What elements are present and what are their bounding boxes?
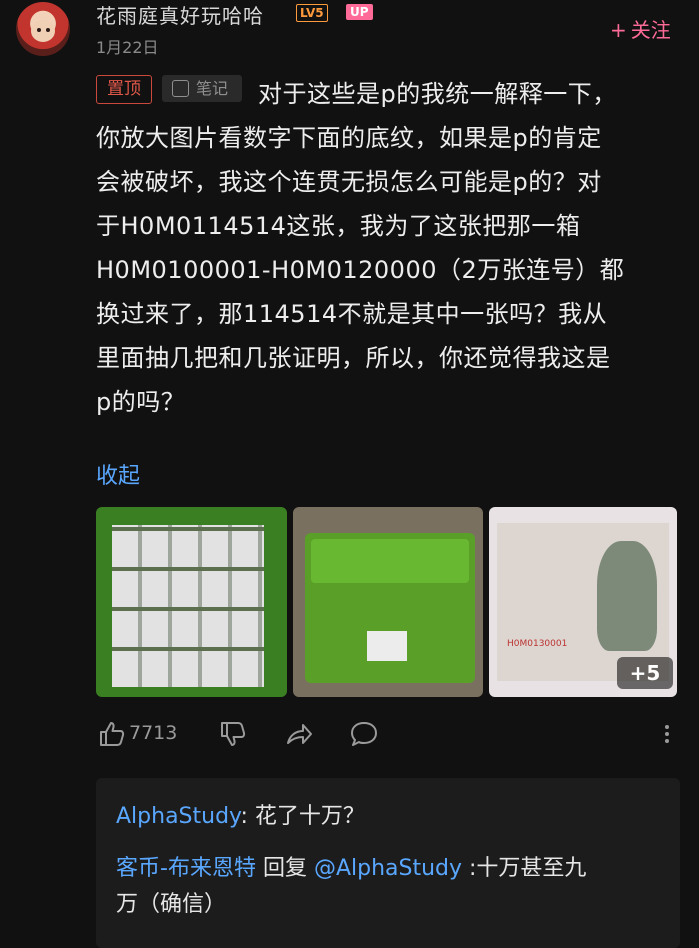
up-badge: UP bbox=[346, 4, 373, 20]
more-images-badge[interactable]: +5 bbox=[617, 657, 673, 689]
username[interactable]: 花雨庭真好玩哈哈 bbox=[96, 0, 264, 29]
crate-lid bbox=[311, 539, 469, 583]
comment-icon[interactable] bbox=[349, 719, 379, 749]
portrait bbox=[597, 541, 657, 651]
reply-author[interactable]: AlphaStudy bbox=[116, 804, 240, 829]
note-tag[interactable]: 笔记 bbox=[162, 75, 242, 102]
follow-label: 关注 bbox=[630, 18, 671, 42]
avatar-eye bbox=[37, 28, 41, 32]
thumbs-up-icon[interactable] bbox=[97, 719, 127, 749]
note-tag-label: 笔记 bbox=[196, 79, 229, 98]
reply-preview-box[interactable]: AlphaStudy: 花了十万？ 客币-布来恩特 回复 @AlphaStudy… bbox=[96, 778, 680, 948]
plus-icon: + bbox=[610, 18, 627, 42]
post-text-line: H0M0100001-H0M0120000（2万张连号）都 bbox=[96, 256, 625, 284]
pinned-tag: 置顶 bbox=[96, 75, 152, 104]
bill-serial: H0M0130001 bbox=[507, 639, 568, 649]
post-text-line: 换过来了，那114514不就是其中一张吗？我从 bbox=[96, 300, 608, 328]
post-text-line: 对于这些是p的我统一解释一下， bbox=[258, 80, 617, 108]
post-text-line: 你放大图片看数字下面的底纹，如果是p的肯定 bbox=[96, 124, 602, 152]
more-dot bbox=[665, 739, 669, 743]
thumbs-down-icon[interactable] bbox=[218, 719, 248, 749]
avatar-eye bbox=[46, 28, 50, 32]
reply-keyword: 回复 bbox=[255, 856, 314, 881]
follow-button[interactable]: + 关注 bbox=[610, 14, 671, 43]
post-text-line: 于H0M0114514这张，我为了这张把那一箱 bbox=[96, 212, 581, 240]
green-crate bbox=[305, 533, 475, 683]
post-text-line: p的吗？ bbox=[96, 388, 186, 416]
avatar-face bbox=[31, 20, 55, 42]
post-text-line: 里面抽几把和几张证明，所以，你还觉得我这是 bbox=[96, 344, 611, 372]
reply-text: 花了十万？ bbox=[254, 804, 365, 829]
collapse-link[interactable]: 收起 bbox=[96, 458, 140, 490]
reply-separator: : bbox=[240, 804, 255, 829]
post-image-banknote-stacks[interactable] bbox=[96, 507, 287, 697]
level-badge: LV5 bbox=[296, 4, 328, 22]
like-count: 7713 bbox=[129, 722, 178, 744]
post-date: 1月22日 bbox=[96, 38, 159, 57]
reply-mention[interactable]: @AlphaStudy bbox=[314, 856, 462, 881]
note-icon bbox=[172, 80, 189, 97]
post-text-line: 会被破坏，我这个连贯无损怎么可能是p的？对 bbox=[96, 168, 602, 196]
reply-item: AlphaStudy: 花了十万？ bbox=[116, 798, 365, 830]
post-image-green-crate[interactable] bbox=[293, 507, 483, 697]
more-dot bbox=[665, 732, 669, 736]
reply-item: 客币-布来恩特 回复 @AlphaStudy :十万甚至九 bbox=[116, 850, 586, 882]
reply-text-continued: 万（确信） bbox=[116, 892, 227, 917]
reply-author[interactable]: 客币-布来恩特 bbox=[116, 856, 256, 881]
avatar[interactable] bbox=[16, 2, 70, 56]
more-icon[interactable] bbox=[664, 723, 670, 747]
share-icon[interactable] bbox=[284, 719, 314, 749]
banknote-stacks bbox=[112, 525, 264, 687]
crate-label bbox=[367, 631, 407, 661]
more-dot bbox=[665, 725, 669, 729]
reply-text: :十万甚至九 bbox=[462, 856, 587, 881]
